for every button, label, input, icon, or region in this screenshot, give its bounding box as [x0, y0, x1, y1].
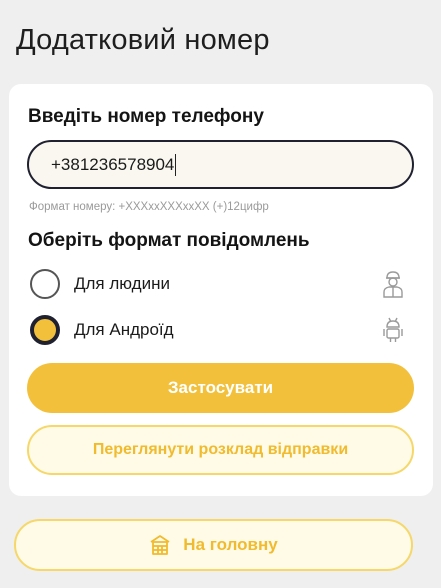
radio-human[interactable] [30, 269, 60, 299]
person-icon [383, 271, 403, 298]
phone-input-value: +381236578904 [51, 154, 175, 174]
android-icon [383, 317, 403, 342]
option-android[interactable]: Для Андроїд [30, 312, 405, 348]
phone-input[interactable]: +381236578904 [27, 140, 414, 189]
home-button-label: На головну [183, 535, 278, 554]
radio-android[interactable] [30, 315, 60, 345]
phone-section-title: Введіть номер телефону [28, 106, 264, 127]
home-icon [150, 535, 170, 555]
format-section-title: Оберіть формат повідомлень [28, 230, 310, 251]
settings-card: Введіть номер телефону +381236578904 Фор… [9, 84, 433, 496]
option-human-label: Для людини [74, 274, 170, 293]
option-android-label: Для Андроїд [74, 320, 174, 339]
view-schedule-button[interactable]: Переглянути розклад відправки [27, 425, 414, 475]
apply-button[interactable]: Застосувати [27, 363, 414, 413]
text-caret [175, 153, 177, 176]
format-hint: Формат номеру: +XXXxxXXXxxXX (+)12цифр [29, 201, 269, 213]
page-title: Додатковий номер [16, 24, 270, 56]
option-human[interactable]: Для людини [30, 266, 405, 302]
home-button[interactable]: На головну [14, 519, 413, 571]
